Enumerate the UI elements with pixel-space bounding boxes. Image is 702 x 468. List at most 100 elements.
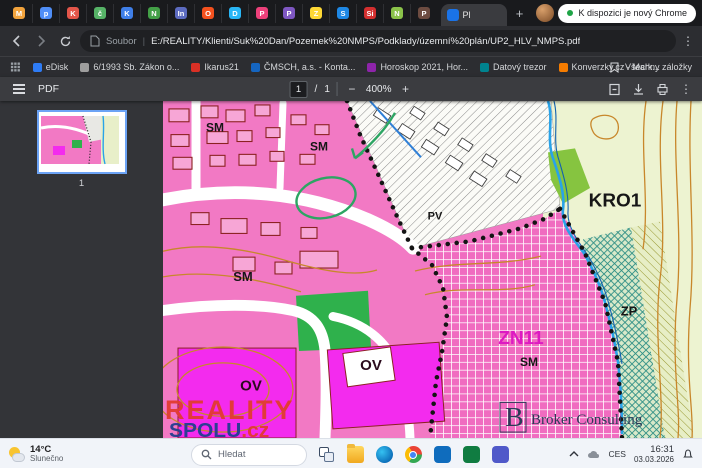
browser-tab[interactable]: P xyxy=(276,4,303,23)
browser-tab[interactable]: p xyxy=(33,4,60,23)
taskbar-app-excel[interactable] xyxy=(460,444,482,466)
zone-label-sm: SM xyxy=(206,121,224,135)
bookmark-favicon xyxy=(33,63,42,72)
address-bar[interactable]: Soubor | E:/REALITY/Klienti/Suk%20Dan/Po… xyxy=(80,30,676,52)
taskbar-center: Hledat xyxy=(191,444,511,466)
taskbar-app-outlook[interactable] xyxy=(431,444,453,466)
bookmark-item[interactable]: Datový trezor xyxy=(480,62,547,72)
taskbar-apps xyxy=(315,444,511,466)
zoom-level: 400% xyxy=(366,84,392,95)
file-explorer-icon xyxy=(347,446,364,463)
active-tab[interactable]: Pl xyxy=(441,4,507,26)
tray-chevron-up-icon[interactable] xyxy=(569,450,579,458)
thumbnail-map-image xyxy=(39,112,121,168)
onedrive-cloud-icon[interactable] xyxy=(587,450,600,459)
zoom-in-button[interactable]: + xyxy=(398,82,412,96)
download-icon[interactable] xyxy=(632,83,645,96)
page-thumbnail[interactable] xyxy=(37,110,127,174)
browser-tab[interactable]: In xyxy=(168,4,195,23)
pdf-page-controls: 1 / 1 − 400% + xyxy=(290,81,413,98)
bookmark-favicon xyxy=(367,63,376,72)
bookmark-item[interactable]: eDisk xyxy=(33,62,69,72)
browser-tab[interactable]: K xyxy=(114,4,141,23)
browser-tab[interactable]: K xyxy=(60,4,87,23)
forward-icon xyxy=(35,35,47,47)
browser-tab[interactable]: Z xyxy=(303,4,330,23)
browser-tab[interactable]: P xyxy=(249,4,276,23)
reload-button[interactable] xyxy=(56,32,74,50)
all-bookmarks-label: Všechny záložky xyxy=(625,62,692,72)
tab-favicon: O xyxy=(202,7,214,19)
fit-page-icon[interactable] xyxy=(608,83,621,96)
profile-avatar[interactable] xyxy=(536,4,554,22)
pdf-content: 1 xyxy=(0,101,702,438)
update-status-dot xyxy=(567,10,573,16)
weather-widget[interactable]: 14°C Slunečno xyxy=(8,445,63,464)
pdf-more-button[interactable]: ⋮ xyxy=(680,82,692,96)
browser-tab[interactable]: O xyxy=(195,4,222,23)
print-icon[interactable] xyxy=(656,83,669,96)
back-button[interactable] xyxy=(8,32,26,50)
zoom-out-button[interactable]: − xyxy=(345,82,359,96)
browser-tab[interactable]: D xyxy=(222,4,249,23)
browser-tab[interactable]: S xyxy=(330,4,357,23)
taskbar-app-edge[interactable] xyxy=(373,444,395,466)
browser-tab[interactable]: N xyxy=(141,4,168,23)
all-bookmarks-button[interactable]: Všechny záložky xyxy=(609,62,692,73)
tab-favicon: Z xyxy=(310,7,322,19)
document-icon xyxy=(90,35,100,47)
reload-icon xyxy=(59,35,72,48)
watermark-spolu: SPOLU.cz xyxy=(169,419,269,438)
tab-favicon: Si xyxy=(364,7,376,19)
outlook-icon xyxy=(434,446,451,463)
forward-button[interactable] xyxy=(32,32,50,50)
hamburger-icon xyxy=(13,88,25,90)
weather-icon xyxy=(8,446,25,463)
logo-name: Broker Consulting xyxy=(531,412,643,428)
bookmark-item[interactable]: Ikarus21 xyxy=(191,62,239,72)
browser-menu-button[interactable]: ⋮ xyxy=(682,34,694,48)
toolbar: Soubor | E:/REALITY/Klienti/Suk%20Dan/Po… xyxy=(0,26,702,56)
taskbar-app-chrome[interactable] xyxy=(402,444,424,466)
zone-label-kro1: KRO1 xyxy=(589,191,642,212)
bookmark-label: 6/1993 Sb. Zákon o... xyxy=(93,62,179,72)
taskbar-app-task-view[interactable] xyxy=(315,444,337,466)
zone-label-sm: SM xyxy=(233,269,252,284)
browser-tab[interactable]: P xyxy=(411,4,437,23)
clock-date: 03.03.2026 xyxy=(634,455,674,465)
browser-tab[interactable]: Si xyxy=(357,4,384,23)
browser-tab[interactable]: č xyxy=(87,4,114,23)
tab-favicon: D xyxy=(229,7,241,19)
url-scheme: Soubor xyxy=(106,36,137,47)
system-tray: CES 16:31 03.03.2026 xyxy=(569,444,694,465)
bookmark-item[interactable]: ČMSCH, a.s. - Konta... xyxy=(251,62,356,72)
tab-favicon: P xyxy=(418,7,430,19)
zoning-map: SM SM SM PV OV OV ZN11 SM KRO1 ZP REALIT… xyxy=(163,101,702,438)
pdf-page-map[interactable]: SM SM SM PV OV OV ZN11 SM KRO1 ZP REALIT… xyxy=(163,101,702,438)
taskbar-app-teams[interactable] xyxy=(489,444,511,466)
page-number-input[interactable]: 1 xyxy=(290,81,308,98)
taskbar-app-file-explorer[interactable] xyxy=(344,444,366,466)
zone-label-ov: OV xyxy=(360,358,382,374)
keyboard-language[interactable]: CES xyxy=(608,449,625,459)
bookmark-favicon xyxy=(559,63,568,72)
taskbar-clock[interactable]: 16:31 03.03.2026 xyxy=(634,444,674,465)
tab-favicon: N xyxy=(148,7,160,19)
bookmark-item[interactable]: Horoskop 2021, Hor... xyxy=(367,62,468,72)
pdf-title: PDF xyxy=(38,83,59,95)
browser-tab[interactable]: M xyxy=(6,4,33,23)
notification-bell-icon[interactable] xyxy=(682,448,694,460)
apps-grid-icon[interactable] xyxy=(10,61,21,73)
tab-favicon: S xyxy=(337,7,349,19)
bookmark-item[interactable]: 6/1993 Sb. Zákon o... xyxy=(80,62,179,72)
tab-list: MpKčKNInODPPZSSiNP xyxy=(6,0,437,26)
taskbar-search[interactable]: Hledat xyxy=(191,444,307,466)
zone-label-pv: PV xyxy=(428,211,443,223)
logo-initial: B xyxy=(505,402,524,433)
chrome-update-button[interactable]: K dispozici je nový Chrome xyxy=(558,4,696,23)
bookmark-label: eDisk xyxy=(46,62,69,72)
pdf-menu-button[interactable] xyxy=(10,88,28,90)
browser-tab[interactable]: N xyxy=(384,4,411,23)
tab-strip: MpKčKNInODPPZSSiNP Pl + K dispozici je n… xyxy=(0,0,702,26)
new-tab-button[interactable]: + xyxy=(511,6,529,21)
